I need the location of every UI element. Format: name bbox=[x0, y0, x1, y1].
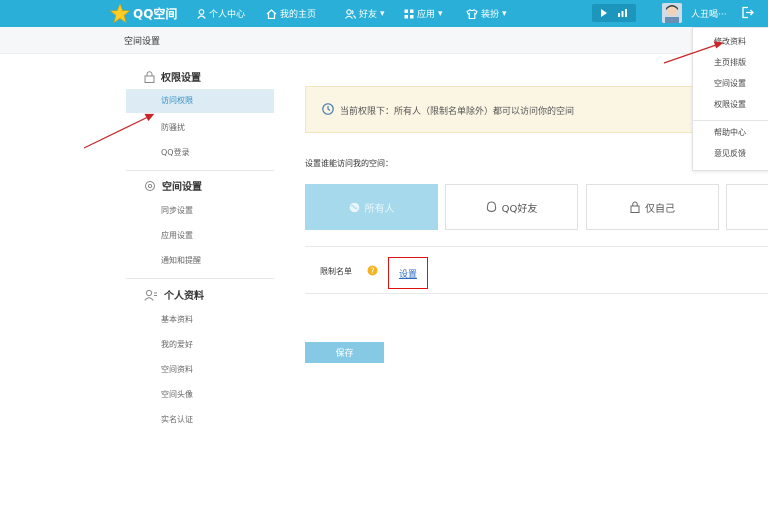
sidebar-item-sync-settings[interactable]: 同步设置 bbox=[161, 205, 193, 216]
nav-label: 我的主页 bbox=[280, 10, 317, 20]
sidebar-item-app-settings[interactable]: 应用设置 bbox=[161, 230, 193, 241]
option-label: 所有人 bbox=[364, 203, 395, 215]
sidebar-item-space-info[interactable]: 空间资料 bbox=[161, 364, 193, 375]
sidebar-group-title: 个人资料 bbox=[164, 291, 204, 302]
menu-item-help-center[interactable]: 帮助中心 bbox=[714, 127, 746, 138]
nav-my-homepage[interactable]: 我的主页 bbox=[266, 7, 316, 20]
option-only-me[interactable]: 仅自己 bbox=[586, 184, 719, 230]
svg-text:?: ? bbox=[370, 267, 374, 276]
sidebar-item-real-name-auth[interactable]: 实名认证 bbox=[161, 414, 193, 425]
sidebar-item-anti-harassment[interactable]: 防骚扰 bbox=[161, 122, 185, 133]
notice-text: 当前权限下：所有人（限制名单除外）都可以访问你的空间 bbox=[340, 107, 575, 117]
sidebar-item-hobbies[interactable]: 我的爱好 bbox=[161, 339, 193, 350]
apps-grid-icon bbox=[404, 9, 414, 18]
nav-label: 装扮 bbox=[481, 10, 500, 20]
highlight-box: 设置 bbox=[388, 257, 428, 289]
friend-bubble-icon bbox=[486, 201, 496, 213]
sidebar-group-space-settings: 空间设置 bbox=[144, 178, 202, 193]
page-header: 空间设置 bbox=[0, 27, 768, 54]
nav-apps[interactable]: 应用 ▾ bbox=[404, 7, 443, 20]
nav-label: 个人中心 bbox=[209, 10, 246, 20]
sidebar-item-basic-info[interactable]: 基本资料 bbox=[161, 314, 193, 325]
logo-text: QQ空间 bbox=[133, 7, 178, 21]
sidebar-item-access-permission[interactable]: 访问权限 bbox=[126, 89, 274, 113]
sidebar-divider bbox=[126, 278, 274, 279]
nav-decorate[interactable]: 装扮 ▾ bbox=[466, 7, 507, 20]
save-button[interactable]: 保存 bbox=[305, 342, 384, 363]
home-icon bbox=[266, 8, 277, 19]
sidebar-item-notifications[interactable]: 通知和提醒 bbox=[161, 255, 201, 266]
music-player-button[interactable] bbox=[592, 4, 636, 22]
play-icon bbox=[601, 9, 627, 17]
logout-icon bbox=[742, 6, 754, 19]
chevron-down-icon: ▾ bbox=[380, 8, 385, 19]
avatar-image bbox=[662, 3, 682, 23]
sidebar-group-title: 空间设置 bbox=[162, 182, 202, 193]
top-navigation-bar: QQ空间 个人中心 我的主页 好友 ▾ 应用 ▾ 装扮 ▾ 人丑喝··· bbox=[0, 0, 768, 27]
lock-icon bbox=[630, 201, 640, 213]
option-label: QQ好友 bbox=[501, 203, 538, 215]
option-qq-friends[interactable]: QQ好友 bbox=[445, 184, 578, 230]
help-icon[interactable]: ? bbox=[367, 265, 378, 276]
qzone-logo[interactable]: QQ空间 bbox=[110, 4, 177, 23]
chevron-down-icon: ▾ bbox=[502, 8, 507, 19]
restriction-list-row: 限制名单 ? 设置 bbox=[305, 246, 768, 294]
lock-icon bbox=[144, 70, 155, 83]
nav-label: 应用 bbox=[417, 10, 436, 20]
nav-label: 好友 bbox=[359, 10, 378, 20]
sidebar-group-permissions: 权限设置 bbox=[144, 69, 201, 84]
chevron-down-icon: ▾ bbox=[438, 8, 443, 19]
menu-item-feedback[interactable]: 意见反馈 bbox=[714, 148, 746, 159]
avatar[interactable] bbox=[662, 3, 682, 23]
nav-friends[interactable]: 好友 ▾ bbox=[345, 7, 385, 20]
logout-button[interactable] bbox=[741, 6, 754, 22]
globe-icon bbox=[349, 202, 359, 212]
nav-personal-center[interactable]: 个人中心 bbox=[197, 7, 245, 20]
sidebar-group-title: 权限设置 bbox=[161, 73, 201, 84]
shirt-icon bbox=[466, 8, 478, 19]
person-icon bbox=[197, 8, 206, 19]
menu-item-edit-profile[interactable]: 修改资料 bbox=[714, 36, 746, 47]
profile-icon bbox=[144, 289, 157, 301]
sidebar-item-qq-login[interactable]: QQ登录 bbox=[161, 147, 190, 158]
access-section-label: 设置谁能访问我的空间： bbox=[305, 159, 393, 168]
user-dropdown-menu: 修改资料 主页排版 空间设置 权限设置 帮助中心 意见反馈 bbox=[692, 27, 768, 171]
option-label: 仅自己 bbox=[645, 203, 675, 215]
clock-icon bbox=[322, 103, 334, 115]
sidebar-divider bbox=[126, 170, 274, 171]
menu-item-permission-settings[interactable]: 权限设置 bbox=[714, 99, 746, 110]
menu-item-homepage-layout[interactable]: 主页排版 bbox=[714, 57, 746, 68]
star-icon bbox=[110, 4, 130, 23]
sidebar-item-space-avatar[interactable]: 空间头像 bbox=[161, 389, 193, 400]
page-title: 空间设置 bbox=[124, 37, 161, 47]
username[interactable]: 人丑喝··· bbox=[691, 7, 727, 20]
restriction-list-label: 限制名单 bbox=[320, 267, 352, 276]
arrow-to-access-permission bbox=[83, 113, 155, 149]
sidebar-group-profile: 个人资料 bbox=[144, 287, 204, 302]
settings-icon bbox=[145, 180, 155, 191]
option-everyone[interactable]: 所有人 bbox=[305, 184, 438, 230]
set-restriction-link[interactable]: 设置 bbox=[399, 267, 417, 280]
menu-divider bbox=[693, 120, 768, 121]
friends-icon bbox=[345, 8, 356, 19]
option-more-partial[interactable] bbox=[726, 184, 768, 230]
menu-item-space-settings[interactable]: 空间设置 bbox=[714, 78, 746, 89]
